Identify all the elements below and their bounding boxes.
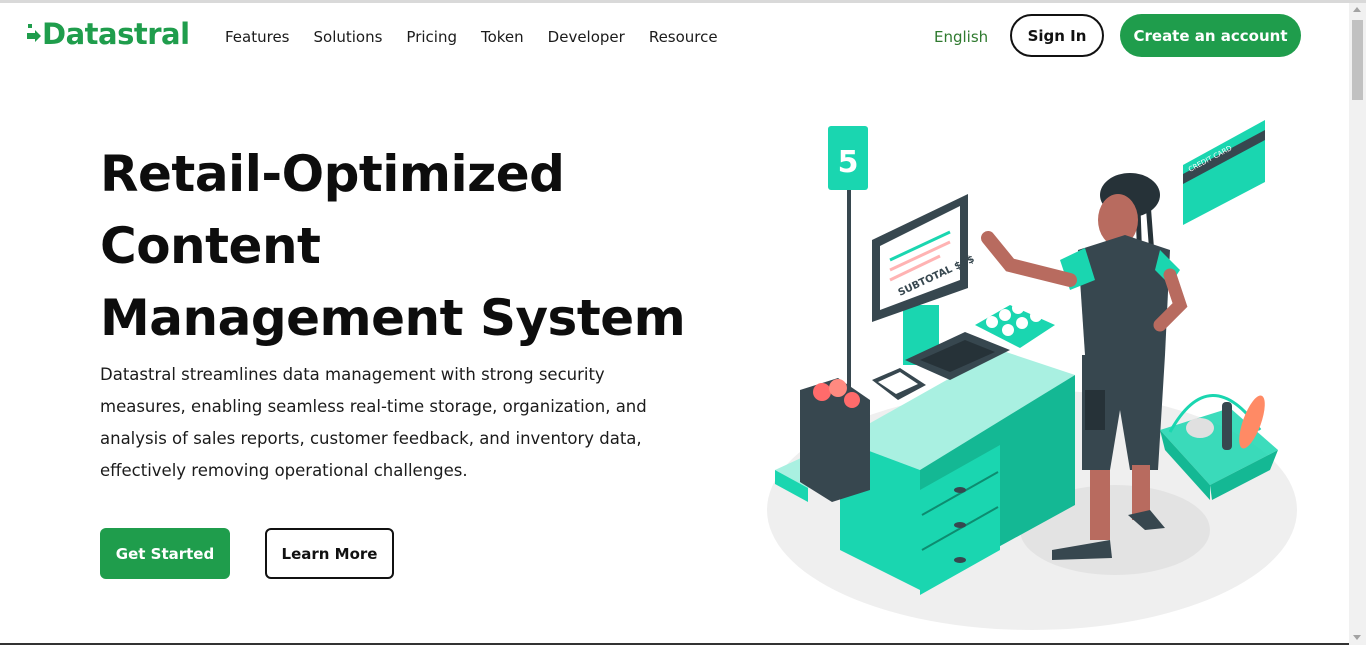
nav-solutions[interactable]: Solutions <box>314 28 383 46</box>
nav-token[interactable]: Token <box>481 28 524 46</box>
nav-resource[interactable]: Resource <box>649 28 718 46</box>
create-account-button[interactable]: Create an account <box>1120 14 1301 57</box>
person-arm <box>981 231 1077 287</box>
get-started-button[interactable]: Get Started <box>100 528 230 579</box>
lane-pole <box>847 188 851 388</box>
nav-features[interactable]: Features <box>225 28 290 46</box>
hero-title-line-1: Retail-Optimized <box>100 145 565 203</box>
lane-number: 5 <box>838 145 859 180</box>
nav-pricing[interactable]: Pricing <box>406 28 457 46</box>
hero-description: Datastral streamlines data management wi… <box>100 365 647 480</box>
language-selector[interactable]: English <box>934 28 988 46</box>
retail-checkout-illustration: 5 SUBTOTAL $$$ CREDIT CARD <box>767 120 1297 630</box>
learn-more-button[interactable]: Learn More <box>265 528 394 579</box>
brand-name: Datastral <box>42 17 190 51</box>
person-leg-left <box>1090 470 1110 540</box>
main-nav: Features Solutions Pricing Token Develop… <box>225 28 742 46</box>
grocery-bag <box>800 378 870 502</box>
hero-title-line-3: Management System <box>100 289 686 347</box>
person-shirt <box>1078 235 1170 355</box>
brand-logo[interactable]: Datastral <box>26 17 190 51</box>
hero-title-line-2: Content <box>100 217 321 275</box>
site-header: Datastral Features Solutions Pricing Tok… <box>0 3 1349 71</box>
vertical-scrollbar[interactable] <box>1349 3 1366 645</box>
hero-title: Retail-Optimized Content Management Syst… <box>100 138 700 354</box>
scroll-thumb[interactable] <box>1352 20 1363 100</box>
scroll-up-arrow-icon[interactable] <box>1353 7 1361 12</box>
sign-in-button[interactable]: Sign In <box>1010 14 1104 57</box>
nav-developer[interactable]: Developer <box>548 28 625 46</box>
scroll-down-arrow-icon[interactable] <box>1353 635 1361 640</box>
